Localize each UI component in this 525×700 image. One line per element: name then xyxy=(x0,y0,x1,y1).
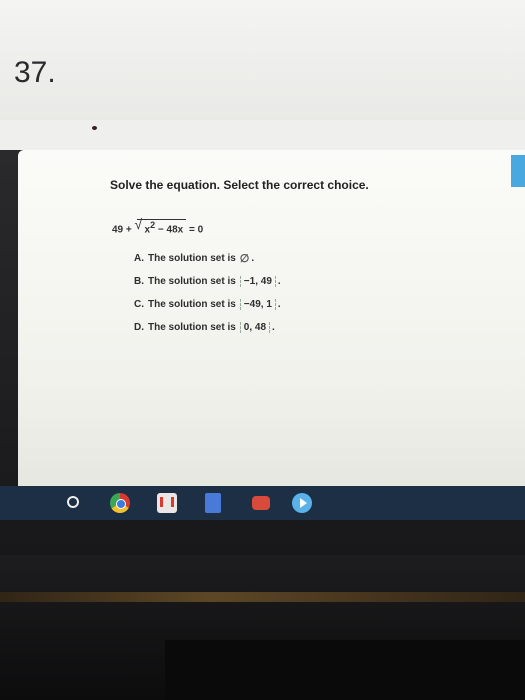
choice-letter: D. xyxy=(134,322,144,333)
notebook-paper xyxy=(0,0,525,120)
choice-letter: C. xyxy=(134,299,144,310)
choice-letter: B. xyxy=(134,276,144,287)
choice-period: . xyxy=(277,276,281,287)
gmail-icon[interactable] xyxy=(157,493,177,513)
solution-set: −1, 49 xyxy=(239,276,276,287)
choice-text: The solution set is xyxy=(148,276,236,287)
choice-period: . xyxy=(272,322,275,333)
chrome-icon[interactable] xyxy=(110,493,130,513)
solution-set: 0, 48 xyxy=(239,322,271,333)
choice-c[interactable]: C. The solution set is −49, 1 . xyxy=(134,293,281,316)
taskbar xyxy=(0,486,525,520)
choice-letter: A. xyxy=(134,253,144,264)
choice-a[interactable]: A. The solution set is ∅ . xyxy=(134,247,281,270)
square-root: x2 − 48x xyxy=(135,216,187,236)
choice-text: The solution set is xyxy=(148,322,236,333)
choice-b[interactable]: B. The solution set is −1, 49 . xyxy=(134,270,281,293)
empty-set-icon: ∅ xyxy=(239,253,250,265)
radicand-exponent: 2 xyxy=(150,220,156,230)
play-store-icon[interactable] xyxy=(292,493,312,513)
problem-number: 37. xyxy=(14,56,56,89)
choice-text: The solution set is xyxy=(148,253,236,264)
choice-d[interactable]: D. The solution set is 0, 48 . xyxy=(134,316,281,339)
docs-icon[interactable] xyxy=(205,493,221,513)
equation: 49 + x2 − 48x = 0 xyxy=(112,216,204,236)
choice-text: The solution set is xyxy=(148,299,236,310)
trackpad-edge xyxy=(0,592,525,602)
answer-choices: A. The solution set is ∅ . B. The soluti… xyxy=(134,247,281,339)
radicand-rest: − 48x xyxy=(157,224,184,236)
choice-period: . xyxy=(277,299,281,310)
pen-mark xyxy=(92,126,97,130)
question-title: Solve the equation. Select the correct c… xyxy=(110,178,369,192)
equation-lead: 49 + xyxy=(112,224,132,236)
choice-period: . xyxy=(251,253,255,264)
side-tab[interactable] xyxy=(511,155,525,187)
keyboard-keys xyxy=(165,640,525,700)
solution-set: −49, 1 xyxy=(239,299,276,310)
launcher-icon[interactable] xyxy=(67,496,79,508)
youtube-icon[interactable] xyxy=(252,496,270,510)
equation-rhs: = 0 xyxy=(188,224,204,236)
